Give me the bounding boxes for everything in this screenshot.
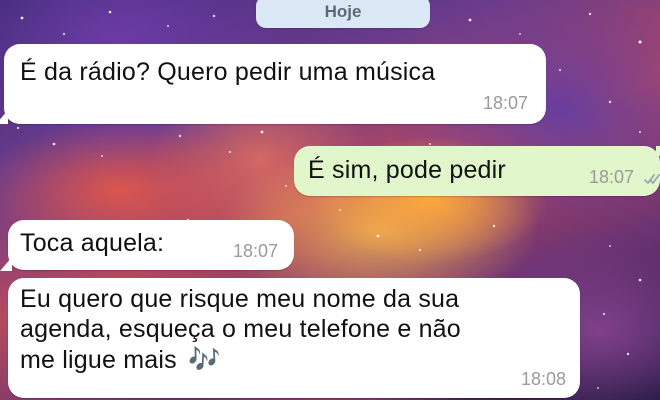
message-time: 18:08 — [520, 369, 566, 389]
message-line-1: Eu quero que risque meu nome da sua — [20, 285, 460, 313]
music-notes-emoji: 🎶 — [187, 344, 221, 374]
message-line-3-text: me ligue mais — [20, 346, 177, 374]
message-text-block: Eu quero que risque meu nome da sua agen… — [20, 285, 461, 376]
message-bubble-incoming-1[interactable]: É da rádio? Quero pedir uma música 18:07 — [0, 44, 546, 124]
message-time: 18:07 — [482, 93, 528, 113]
date-divider-label: Hoje — [324, 2, 362, 21]
message-text: É da rádio? Quero pedir uma música — [20, 58, 436, 86]
message-bubble-incoming-2[interactable]: Toca aquela: 18:07 — [0, 220, 294, 271]
message-time: 18:07 — [232, 241, 278, 261]
message-bubble-incoming-3[interactable]: Eu quero que risque meu nome da sua agen… — [8, 278, 580, 398]
double-check-icon — [644, 174, 660, 184]
bubble-tail — [0, 110, 8, 124]
message-text: Toca aquela: — [20, 229, 165, 257]
message-text: É sim, pode pedir — [308, 156, 506, 184]
bubble-tail — [0, 257, 12, 271]
date-divider: Hoje — [256, 0, 430, 28]
message-line-3: me ligue mais 🎶 — [20, 344, 461, 376]
message-line-2: agenda, esqueça o meu telefone e não — [20, 314, 461, 343]
bubble-tail — [656, 146, 660, 160]
message-time: 18:07 — [588, 167, 634, 187]
message-bubble-outgoing-1[interactable]: É sim, pode pedir 18:07 — [294, 146, 660, 196]
